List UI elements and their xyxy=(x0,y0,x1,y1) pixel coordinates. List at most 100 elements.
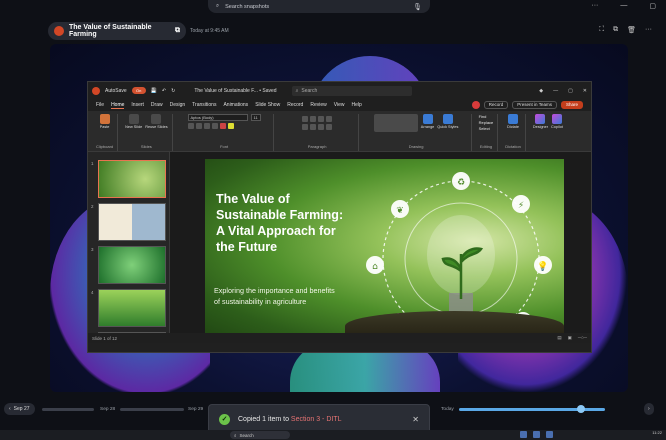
ppt-search-input[interactable]: Search xyxy=(301,88,317,94)
file-title: The Value of Sustainable F... • Saved xyxy=(194,87,277,94)
select-button[interactable]: Select xyxy=(479,126,494,132)
list-buttons xyxy=(302,116,333,122)
bold-icon[interactable] xyxy=(187,123,194,129)
powerpoint-icon xyxy=(54,26,64,36)
volume-icon[interactable] xyxy=(546,431,553,438)
new-slide-button[interactable]: New Slide xyxy=(125,114,142,129)
highlight-icon[interactable] xyxy=(227,123,234,129)
taskbar-search[interactable]: ⌕ Search xyxy=(230,431,290,439)
snapshot-search-input[interactable]: Search snapshots xyxy=(225,4,269,10)
align-center-icon[interactable] xyxy=(310,124,317,130)
undo-icon[interactable]: ↶ xyxy=(162,88,166,94)
timeline-segment[interactable] xyxy=(120,408,184,411)
shapes-gallery[interactable] xyxy=(373,114,418,132)
current-slide[interactable]: ♻⚡💡 ✲♦⌂❦ The Value of Sustainable Farmin… xyxy=(205,159,564,341)
tab-home[interactable]: Home xyxy=(111,102,125,109)
align-left-icon[interactable] xyxy=(302,124,309,130)
quick-styles-button[interactable]: Quick Styles xyxy=(437,114,458,129)
slide-title[interactable]: The Value of Sustainable Farming: A Vita… xyxy=(216,191,346,255)
timeline-prev-button[interactable]: ‹ Sep 27 xyxy=(4,403,35,415)
tab-review[interactable]: Review xyxy=(310,102,326,108)
font-size-select[interactable]: 11 xyxy=(250,114,261,121)
screen-capture-icon[interactable]: ⛶ xyxy=(599,26,604,34)
record-button[interactable]: Record xyxy=(483,101,509,109)
dictate-button[interactable]: Dictate xyxy=(507,114,519,129)
maximize-icon[interactable]: ▢ xyxy=(568,88,573,94)
zoom-slider-icon[interactable]: ─○─ xyxy=(578,335,587,341)
slide-thumbnail[interactable]: 1 xyxy=(91,160,166,198)
copilot-button[interactable]: Copilot xyxy=(551,114,563,129)
timeline-scrubber[interactable] xyxy=(577,405,585,413)
chevron-left-icon: ‹ xyxy=(9,406,11,412)
autosave-toggle[interactable]: On xyxy=(131,87,146,94)
wifi-icon[interactable] xyxy=(533,431,540,438)
taskbar-clock[interactable]: 11:22 xyxy=(652,430,662,435)
justify-icon[interactable] xyxy=(326,124,333,130)
slide-thumbnail[interactable]: 3 xyxy=(91,246,166,284)
tab-view[interactable]: View xyxy=(334,102,345,108)
slide-thumbnail[interactable]: 2 xyxy=(91,203,166,241)
copy-icon[interactable]: ⧉ xyxy=(613,26,618,34)
delete-icon[interactable]: 🗑 xyxy=(627,26,636,34)
snapshot-app-chip[interactable]: The Value of Sustainable Farming ⧉ xyxy=(48,22,186,40)
underline-icon[interactable] xyxy=(203,123,210,129)
redo-icon[interactable]: ↻ xyxy=(171,88,175,94)
bullets-icon[interactable] xyxy=(302,116,309,122)
italic-icon[interactable] xyxy=(195,123,202,129)
present-in-teams-button[interactable]: Present in Teams xyxy=(512,101,557,109)
font-family-select[interactable]: Aptos (Body) xyxy=(187,114,248,121)
ellipsis-icon[interactable]: ··· xyxy=(591,2,598,10)
minimize-icon[interactable]: — xyxy=(553,88,558,94)
snapshot-search-bar[interactable]: ⌕ Search snapshots 🎙 xyxy=(208,0,430,13)
microphone-icon[interactable]: 🎙 xyxy=(413,3,422,11)
svg-text:⌂: ⌂ xyxy=(372,262,378,272)
close-icon[interactable]: ✕ xyxy=(583,88,587,94)
tab-slide-show[interactable]: Slide Show xyxy=(255,102,280,108)
slide-thumbnail[interactable]: 4 xyxy=(91,289,166,327)
normal-view-icon[interactable]: ▣ xyxy=(568,335,572,341)
notes-icon[interactable]: ▤ xyxy=(557,335,561,341)
paste-button[interactable]: Paste xyxy=(99,114,110,129)
designer-button[interactable]: Designer xyxy=(533,114,548,129)
tab-design[interactable]: Design xyxy=(170,102,186,108)
indent-icon[interactable] xyxy=(318,116,325,122)
ppt-window-controls: ◆ — ▢ ✕ xyxy=(539,88,587,94)
share-button[interactable]: Share xyxy=(560,101,583,109)
line-spacing-icon[interactable] xyxy=(326,116,333,122)
align-right-icon[interactable] xyxy=(318,124,325,130)
ppt-workspace: 1 2 3 4 5 xyxy=(88,152,591,343)
close-icon[interactable]: ✕ xyxy=(412,415,419,424)
new-slide-icon xyxy=(128,114,139,124)
taskbar-search-label: Search xyxy=(239,432,254,438)
tab-record[interactable]: Record xyxy=(287,102,303,108)
minimize-icon[interactable]: — xyxy=(620,2,627,10)
reuse-slides-button[interactable]: Reuse Slides xyxy=(145,114,168,129)
numbering-icon[interactable] xyxy=(310,116,317,122)
maximize-icon[interactable]: ▢ xyxy=(649,2,656,10)
tab-animations[interactable]: Animations xyxy=(223,102,248,108)
slides-label: Slides xyxy=(140,144,152,149)
autosave-label: AutoSave xyxy=(105,87,127,94)
timeline-next-button[interactable]: › xyxy=(644,403,654,415)
slide-editor: ♻⚡💡 ✲♦⌂❦ The Value of Sustainable Farmin… xyxy=(170,152,591,343)
tray-icon[interactable] xyxy=(520,431,527,438)
open-external-icon[interactable]: ⧉ xyxy=(175,27,180,35)
ppt-search-box[interactable]: ⌕ Search xyxy=(291,85,412,96)
strikethrough-icon[interactable] xyxy=(211,123,218,129)
toast-target-link[interactable]: Section 3 - DITL xyxy=(291,416,342,423)
tab-file[interactable]: File xyxy=(96,102,104,108)
timeline-segment[interactable] xyxy=(42,408,94,411)
svg-text:💡: 💡 xyxy=(537,260,548,272)
record-dot-icon xyxy=(471,101,480,109)
tab-transitions[interactable]: Transitions xyxy=(192,102,216,108)
font-color-icon[interactable] xyxy=(219,123,226,129)
tab-draw[interactable]: Draw xyxy=(151,102,163,108)
copilot-icon[interactable]: ◆ xyxy=(539,88,543,94)
tab-help[interactable]: Help xyxy=(351,102,361,108)
ribbon-actions: Record Present in Teams Share xyxy=(471,101,583,109)
save-icon[interactable]: 💾 xyxy=(151,88,157,94)
slide-subtitle[interactable]: Exploring the importance and benefits of… xyxy=(214,286,336,307)
more-options-icon[interactable]: ··· xyxy=(645,26,652,34)
arrange-button[interactable]: Arrange xyxy=(421,114,434,129)
tab-insert[interactable]: Insert xyxy=(131,102,144,108)
